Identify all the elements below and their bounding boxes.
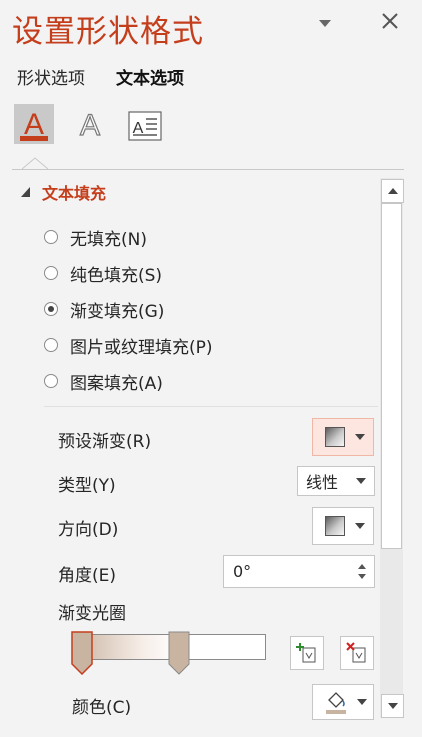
chevron-down-icon xyxy=(319,20,331,27)
chevron-down-icon xyxy=(356,478,366,484)
fill-option-label: 渐变填充(G) xyxy=(70,301,165,322)
remove-gradient-stop-button[interactable] xyxy=(340,636,374,670)
scroll-up-button[interactable] xyxy=(381,179,404,203)
fill-option-label: 图案填充(A) xyxy=(70,373,163,394)
angle-spinner[interactable]: 0° xyxy=(223,555,375,588)
chevron-up-icon xyxy=(387,188,398,194)
color-label: 颜色(C) xyxy=(72,698,132,718)
chevron-down-icon xyxy=(387,703,398,709)
fill-option-label: 图片或纹理填充(P) xyxy=(70,337,213,358)
radio-button[interactable] xyxy=(44,338,58,352)
fill-option-solid[interactable]: 纯色填充(S) xyxy=(44,260,162,286)
fill-option-gradient[interactable]: 渐变填充(G) xyxy=(44,296,164,322)
gradient-swatch-icon xyxy=(325,427,345,447)
svg-text:A: A xyxy=(80,109,100,142)
section-title: 文本填充 xyxy=(42,184,107,203)
gradient-stops-label: 渐变光圈 xyxy=(58,604,126,624)
text-effects-icon: A xyxy=(79,108,100,142)
spin-up-icon[interactable] xyxy=(358,564,366,569)
type-select[interactable]: 线性 xyxy=(297,466,375,496)
close-button[interactable] xyxy=(381,12,399,35)
tab-shape-options[interactable]: 形状选项 xyxy=(17,64,85,89)
text-fill-outline-tab[interactable]: A xyxy=(14,104,54,144)
radio-button[interactable] xyxy=(44,374,58,388)
fill-option-label: 纯色填充(S) xyxy=(70,265,163,286)
radio-button[interactable] xyxy=(44,266,58,280)
paint-bucket-icon xyxy=(326,692,346,714)
collapse-triangle-icon xyxy=(21,187,30,197)
radio-button-selected[interactable] xyxy=(44,302,58,316)
angle-label: 角度(E) xyxy=(58,566,117,586)
gradient-stop-2[interactable] xyxy=(167,631,190,675)
chevron-down-icon xyxy=(357,699,367,705)
direction-dropdown[interactable] xyxy=(312,507,374,545)
fill-option-picture-texture[interactable]: 图片或纹理填充(P) xyxy=(44,332,213,358)
text-fill-outline-icon: A xyxy=(20,108,48,141)
type-label: 类型(Y) xyxy=(58,476,116,496)
fill-option-label: 无填充(N) xyxy=(70,229,147,250)
preset-gradient-dropdown[interactable] xyxy=(312,418,374,456)
color-picker-dropdown[interactable] xyxy=(312,684,374,720)
section-divider xyxy=(44,406,378,407)
spin-down-icon[interactable] xyxy=(358,574,366,579)
radio-button[interactable] xyxy=(44,230,58,244)
text-box-tab[interactable]: A xyxy=(126,104,166,144)
gradient-stop-marker-icon xyxy=(70,631,93,676)
scroll-down-button[interactable] xyxy=(381,694,404,718)
add-stop-icon xyxy=(296,643,316,663)
fill-option-no-fill[interactable]: 无填充(N) xyxy=(44,224,147,250)
text-effects-tab[interactable]: A xyxy=(70,104,110,144)
section-text-fill-header[interactable]: 文本填充 xyxy=(20,180,106,204)
preset-gradient-label: 预设渐变(R) xyxy=(58,432,152,452)
angle-input-value[interactable]: 0° xyxy=(233,562,358,581)
text-box-icon: A xyxy=(128,111,162,141)
pane-title: 设置形状格式 xyxy=(12,14,204,50)
close-icon xyxy=(382,13,398,29)
chevron-down-icon xyxy=(355,523,365,529)
remove-stop-icon xyxy=(346,642,366,663)
tab-separator xyxy=(12,169,404,170)
scrollbar-thumb[interactable] xyxy=(381,203,402,549)
gradient-direction-icon xyxy=(325,516,345,536)
chevron-down-icon xyxy=(355,434,365,440)
type-select-value: 线性 xyxy=(306,473,339,492)
gradient-stop-1[interactable] xyxy=(70,631,93,676)
direction-label: 方向(D) xyxy=(58,520,119,540)
gradient-stop-marker-icon xyxy=(168,631,190,675)
pane-options-dropdown[interactable] xyxy=(318,14,332,35)
tab-text-options[interactable]: 文本选项 xyxy=(116,64,184,89)
fill-option-pattern[interactable]: 图案填充(A) xyxy=(44,368,163,394)
add-gradient-stop-button[interactable] xyxy=(290,636,324,670)
